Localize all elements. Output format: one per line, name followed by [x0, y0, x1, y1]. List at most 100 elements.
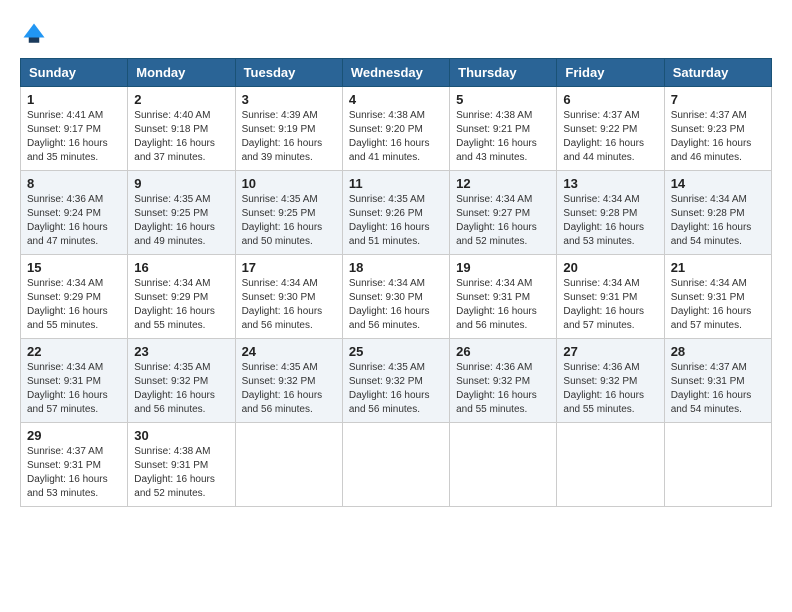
weekday-header-thursday: Thursday — [450, 59, 557, 87]
calendar-table: SundayMondayTuesdayWednesdayThursdayFrid… — [20, 58, 772, 507]
day-info: Sunrise: 4:35 AMSunset: 9:32 PMDaylight:… — [134, 361, 228, 417]
calendar-cell — [342, 423, 449, 507]
day-number: 17 — [242, 260, 336, 275]
day-info: Sunrise: 4:34 AMSunset: 9:30 PMDaylight:… — [242, 277, 336, 333]
day-number: 2 — [134, 92, 228, 107]
day-info: Sunrise: 4:34 AMSunset: 9:27 PMDaylight:… — [456, 193, 550, 249]
day-number: 8 — [27, 176, 121, 191]
day-info: Sunrise: 4:37 AMSunset: 9:31 PMDaylight:… — [671, 361, 765, 417]
calendar-cell — [235, 423, 342, 507]
calendar-cell: 23 Sunrise: 4:35 AMSunset: 9:32 PMDayligh… — [128, 339, 235, 423]
calendar-cell: 18 Sunrise: 4:34 AMSunset: 9:30 PMDayligh… — [342, 255, 449, 339]
calendar-cell: 7 Sunrise: 4:37 AMSunset: 9:23 PMDaylight… — [664, 87, 771, 171]
day-number: 26 — [456, 344, 550, 359]
day-info: Sunrise: 4:35 AMSunset: 9:25 PMDaylight:… — [134, 193, 228, 249]
calendar-week-2: 8 Sunrise: 4:36 AMSunset: 9:24 PMDaylight… — [21, 171, 772, 255]
day-info: Sunrise: 4:34 AMSunset: 9:30 PMDaylight:… — [349, 277, 443, 333]
day-number: 28 — [671, 344, 765, 359]
calendar-cell: 12Sunrise: 4:34 AMSunset: 9:27 PMDayligh… — [450, 171, 557, 255]
calendar-cell: 14Sunrise: 4:34 AMSunset: 9:28 PMDayligh… — [664, 171, 771, 255]
day-number: 27 — [563, 344, 657, 359]
day-number: 25 — [349, 344, 443, 359]
calendar-week-5: 29 Sunrise: 4:37 AMSunset: 9:31 PMDayligh… — [21, 423, 772, 507]
day-info: Sunrise: 4:36 AMSunset: 9:24 PMDaylight:… — [27, 193, 121, 249]
day-number: 5 — [456, 92, 550, 107]
day-number: 3 — [242, 92, 336, 107]
day-number: 6 — [563, 92, 657, 107]
day-info: Sunrise: 4:35 AMSunset: 9:32 PMDaylight:… — [349, 361, 443, 417]
day-info: Sunrise: 4:38 AMSunset: 9:20 PMDaylight:… — [349, 109, 443, 165]
calendar-cell: 5 Sunrise: 4:38 AMSunset: 9:21 PMDaylight… — [450, 87, 557, 171]
day-info: Sunrise: 4:37 AMSunset: 9:22 PMDaylight:… — [563, 109, 657, 165]
calendar-cell: 13 Sunrise: 4:34 AMSunset: 9:28 PMDayligh… — [557, 171, 664, 255]
calendar-cell: 28 Sunrise: 4:37 AMSunset: 9:31 PMDayligh… — [664, 339, 771, 423]
calendar-cell: 24 Sunrise: 4:35 AMSunset: 9:32 PMDayligh… — [235, 339, 342, 423]
weekday-header-wednesday: Wednesday — [342, 59, 449, 87]
day-info: Sunrise: 4:34 AMSunset: 9:28 PMDaylight:… — [563, 193, 657, 249]
day-info: Sunrise: 4:39 AMSunset: 9:19 PMDaylight:… — [242, 109, 336, 165]
calendar-cell: 6 Sunrise: 4:37 AMSunset: 9:22 PMDaylight… — [557, 87, 664, 171]
calendar-cell: 4 Sunrise: 4:38 AMSunset: 9:20 PMDaylight… — [342, 87, 449, 171]
day-info: Sunrise: 4:34 AMSunset: 9:29 PMDaylight:… — [27, 277, 121, 333]
day-info: Sunrise: 4:37 AMSunset: 9:23 PMDaylight:… — [671, 109, 765, 165]
calendar-cell: 16 Sunrise: 4:34 AMSunset: 9:29 PMDayligh… — [128, 255, 235, 339]
day-info: Sunrise: 4:34 AMSunset: 9:29 PMDaylight:… — [134, 277, 228, 333]
day-number: 30 — [134, 428, 228, 443]
calendar-cell: 8 Sunrise: 4:36 AMSunset: 9:24 PMDaylight… — [21, 171, 128, 255]
calendar-cell: 20Sunrise: 4:34 AMSunset: 9:31 PMDayligh… — [557, 255, 664, 339]
calendar-cell: 22Sunrise: 4:34 AMSunset: 9:31 PMDayligh… — [21, 339, 128, 423]
day-number: 29 — [27, 428, 121, 443]
day-info: Sunrise: 4:36 AMSunset: 9:32 PMDaylight:… — [456, 361, 550, 417]
day-info: Sunrise: 4:35 AMSunset: 9:25 PMDaylight:… — [242, 193, 336, 249]
day-info: Sunrise: 4:34 AMSunset: 9:31 PMDaylight:… — [456, 277, 550, 333]
calendar-cell: 3 Sunrise: 4:39 AMSunset: 9:19 PMDaylight… — [235, 87, 342, 171]
day-number: 10 — [242, 176, 336, 191]
weekday-header-tuesday: Tuesday — [235, 59, 342, 87]
weekday-header-sunday: Sunday — [21, 59, 128, 87]
day-number: 13 — [563, 176, 657, 191]
day-number: 18 — [349, 260, 443, 275]
weekday-header-friday: Friday — [557, 59, 664, 87]
calendar-body: 1 Sunrise: 4:41 AMSunset: 9:17 PMDaylight… — [21, 87, 772, 507]
calendar-cell — [450, 423, 557, 507]
calendar-cell: 10 Sunrise: 4:35 AMSunset: 9:25 PMDayligh… — [235, 171, 342, 255]
calendar-header-row: SundayMondayTuesdayWednesdayThursdayFrid… — [21, 59, 772, 87]
day-info: Sunrise: 4:34 AMSunset: 9:31 PMDaylight:… — [563, 277, 657, 333]
day-number: 24 — [242, 344, 336, 359]
calendar-cell: 15 Sunrise: 4:34 AMSunset: 9:29 PMDayligh… — [21, 255, 128, 339]
day-number: 7 — [671, 92, 765, 107]
calendar-cell: 2 Sunrise: 4:40 AMSunset: 9:18 PMDaylight… — [128, 87, 235, 171]
day-number: 21 — [671, 260, 765, 275]
calendar-cell: 29 Sunrise: 4:37 AMSunset: 9:31 PMDayligh… — [21, 423, 128, 507]
calendar-week-3: 15 Sunrise: 4:34 AMSunset: 9:29 PMDayligh… — [21, 255, 772, 339]
day-info: Sunrise: 4:38 AMSunset: 9:21 PMDaylight:… — [456, 109, 550, 165]
day-info: Sunrise: 4:34 AMSunset: 9:28 PMDaylight:… — [671, 193, 765, 249]
day-info: Sunrise: 4:36 AMSunset: 9:32 PMDaylight:… — [563, 361, 657, 417]
page-header — [20, 20, 772, 48]
day-number: 1 — [27, 92, 121, 107]
calendar-cell: 26 Sunrise: 4:36 AMSunset: 9:32 PMDayligh… — [450, 339, 557, 423]
weekday-header-monday: Monday — [128, 59, 235, 87]
day-number: 16 — [134, 260, 228, 275]
calendar-cell: 30 Sunrise: 4:38 AMSunset: 9:31 PMDayligh… — [128, 423, 235, 507]
day-info: Sunrise: 4:41 AMSunset: 9:17 PMDaylight:… — [27, 109, 121, 165]
calendar-cell: 1 Sunrise: 4:41 AMSunset: 9:17 PMDaylight… — [21, 87, 128, 171]
day-info: Sunrise: 4:34 AMSunset: 9:31 PMDaylight:… — [671, 277, 765, 333]
day-info: Sunrise: 4:35 AMSunset: 9:32 PMDaylight:… — [242, 361, 336, 417]
day-number: 22 — [27, 344, 121, 359]
calendar-week-4: 22Sunrise: 4:34 AMSunset: 9:31 PMDayligh… — [21, 339, 772, 423]
day-info: Sunrise: 4:37 AMSunset: 9:31 PMDaylight:… — [27, 445, 121, 501]
calendar-cell: 21 Sunrise: 4:34 AMSunset: 9:31 PMDayligh… — [664, 255, 771, 339]
calendar-cell: 11Sunrise: 4:35 AMSunset: 9:26 PMDayligh… — [342, 171, 449, 255]
day-number: 15 — [27, 260, 121, 275]
day-info: Sunrise: 4:38 AMSunset: 9:31 PMDaylight:… — [134, 445, 228, 501]
calendar-cell: 19 Sunrise: 4:34 AMSunset: 9:31 PMDayligh… — [450, 255, 557, 339]
day-number: 4 — [349, 92, 443, 107]
calendar-cell — [664, 423, 771, 507]
calendar-cell: 25 Sunrise: 4:35 AMSunset: 9:32 PMDayligh… — [342, 339, 449, 423]
day-number: 19 — [456, 260, 550, 275]
calendar-cell — [557, 423, 664, 507]
day-info: Sunrise: 4:35 AMSunset: 9:26 PMDaylight:… — [349, 193, 443, 249]
day-info: Sunrise: 4:40 AMSunset: 9:18 PMDaylight:… — [134, 109, 228, 165]
day-number: 23 — [134, 344, 228, 359]
